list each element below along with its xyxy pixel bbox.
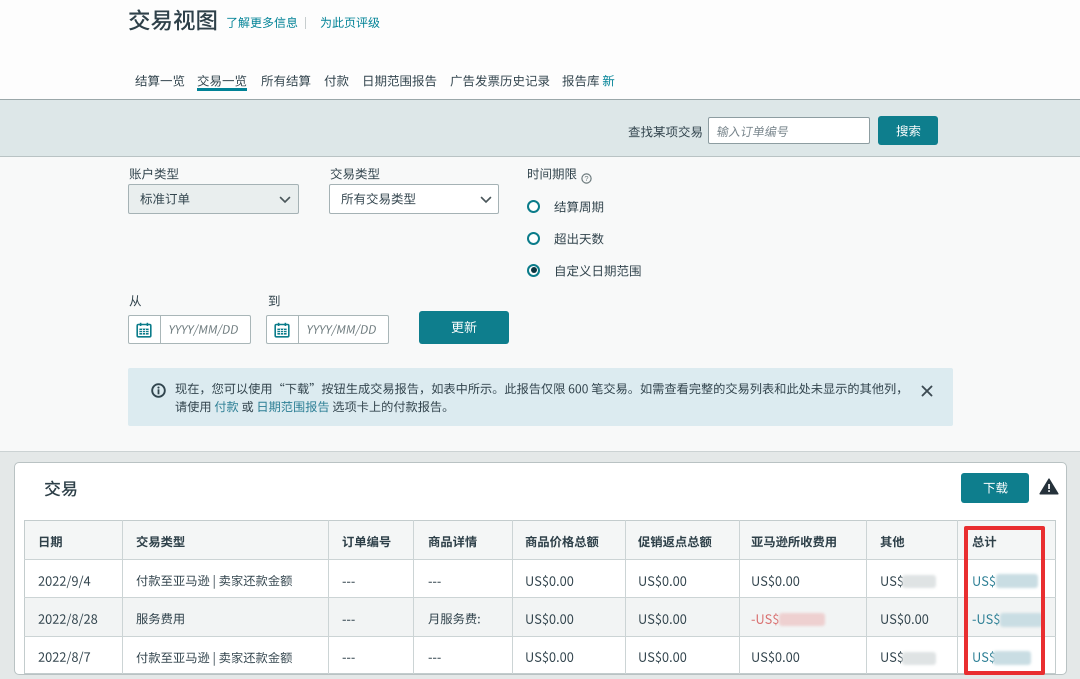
- svg-text:?: ?: [584, 174, 588, 183]
